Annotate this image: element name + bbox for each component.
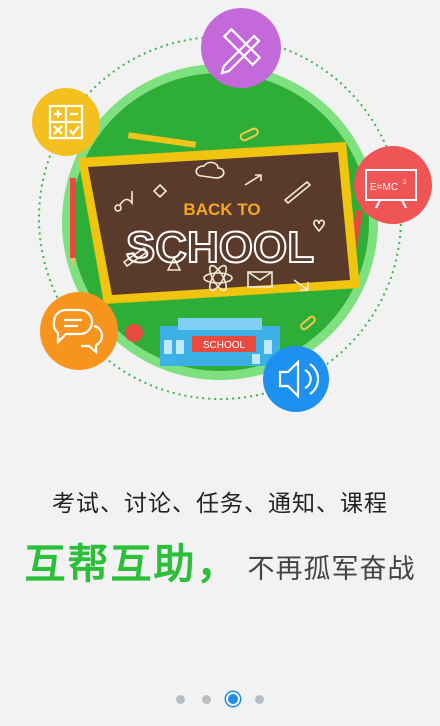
formula-badge: E=MC 2 xyxy=(354,146,432,224)
onboarding-screen: BACK TO SCHOOL SCHOOL E=MC 2 考试、讨论、任务、通知… xyxy=(0,0,440,726)
board-title-large: SCHOOL xyxy=(126,223,314,272)
apple-icon xyxy=(125,324,143,342)
pencil-left-icon xyxy=(70,178,76,268)
speaker-badge xyxy=(263,346,329,412)
page-indicator[interactable] xyxy=(0,694,440,704)
math-symbols-badge xyxy=(32,88,100,156)
slogan-soft: 不再孤军奋战 xyxy=(247,554,416,585)
chat-badge xyxy=(40,292,118,370)
building-sign: SCHOOL xyxy=(203,340,246,351)
page-dot[interactable] xyxy=(176,694,185,704)
school-building: SCHOOL xyxy=(160,318,280,366)
board-title-small: BACK TO xyxy=(183,200,260,219)
slogan-strong: 互帮互助， xyxy=(24,540,240,588)
feature-caption: 考试、讨论、任务、通知、课程 xyxy=(52,491,388,517)
formula-text: E=MC xyxy=(370,182,398,193)
back-to-school-illustration: BACK TO SCHOOL SCHOOL E=MC 2 xyxy=(0,0,440,430)
slogan: 互帮互助， 不再孤军奋战 xyxy=(0,530,440,590)
page-dot[interactable] xyxy=(202,694,211,704)
ruler-pencil-badge xyxy=(201,8,281,88)
page-dot-active[interactable] xyxy=(228,694,238,704)
chalkboard: BACK TO SCHOOL xyxy=(78,142,360,304)
page-dot[interactable] xyxy=(255,694,264,704)
